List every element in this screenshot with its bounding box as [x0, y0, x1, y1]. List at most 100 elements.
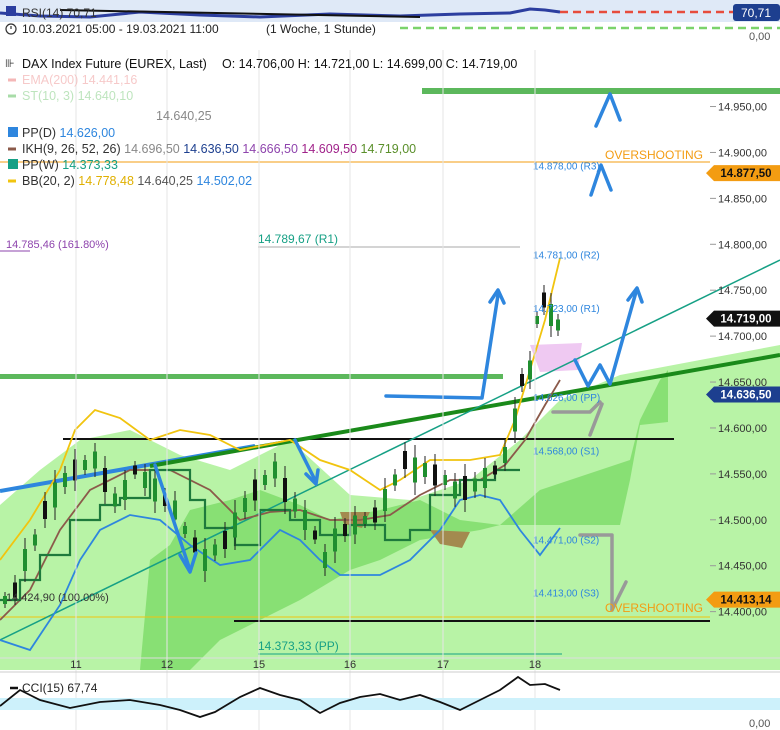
candle-body: [556, 319, 560, 331]
candle-body: [263, 475, 267, 485]
candle-body: [403, 451, 407, 469]
legend-entry-bb: BB(20, 2) 14.778,48 14.640,25 14.502,02: [22, 174, 252, 188]
legend-entry-ppd: PP(D) 14.626,00: [22, 126, 115, 140]
legend-value: 14.640,25: [156, 109, 212, 123]
candle-body: [283, 478, 287, 502]
price-badge-text: 14.636,50: [720, 389, 771, 401]
legend-entry-st: ST(10, 3) 14.640,10: [22, 89, 133, 103]
candle-body: [413, 457, 417, 483]
indicator-legend: EMA(200) 14.441,16 ST(10, 3) 14.640,10 1…: [8, 73, 416, 188]
legend-entry-ikh: IKH(9, 26, 52, 26) 14.696,50 14.636,50 1…: [22, 142, 416, 156]
legend-label: ST(10, 3): [22, 89, 78, 103]
candle-body: [93, 451, 97, 469]
candle-body: [393, 474, 397, 486]
candle-body: [323, 552, 327, 568]
date-range: 10.03.2021 05:00 - 19.03.2021 11:00: [22, 22, 219, 36]
candle-type-icon: ⊪: [5, 58, 15, 70]
rsi-badge-text: 70,71: [741, 6, 771, 20]
candle-body: [103, 468, 107, 492]
arrow-zigzag-2: [594, 92, 622, 128]
weekly-r1-label: 14.789,67 (R1): [258, 232, 338, 246]
pivot-label: 14.781,00 (R2): [533, 251, 600, 262]
chart-header: 10.03.2021 05:00 - 19.03.2021 11:00 (1 W…: [5, 22, 517, 71]
candle-body: [333, 528, 337, 552]
legend-entry-ppw: PP(W) 14.373,33: [22, 158, 118, 172]
y-tick-label: 14.700,00: [718, 331, 767, 343]
legend-value: 14.609,50: [301, 142, 360, 156]
y-tick-label: 14.950,00: [718, 102, 767, 114]
candle-body: [63, 473, 67, 487]
price-badge-text: 14.877,50: [720, 168, 771, 180]
candle-body: [133, 465, 137, 475]
pivot-label: 14.413,00 (S3): [533, 589, 599, 600]
candle-body: [483, 468, 487, 488]
x-tick-label: 16: [344, 659, 356, 671]
legend-value: 14.626,00: [60, 126, 116, 140]
ohlc-readout: O: 14.706,00 H: 14.721,00 L: 14.699,00 C…: [222, 57, 517, 71]
candle-body: [273, 461, 277, 479]
candle-body: [233, 512, 237, 538]
candle-body: [535, 316, 539, 324]
x-tick-label: 11: [70, 659, 81, 671]
candle-body: [33, 534, 37, 546]
candle-body: [383, 489, 387, 511]
cci-zero-band: [0, 698, 780, 710]
fib-100-label: 14.424,90 (100.00%): [6, 592, 109, 604]
candle-body: [43, 501, 47, 519]
legend-label: BB(20, 2): [22, 174, 78, 188]
candle-body: [293, 498, 297, 512]
candle-body: [223, 531, 227, 549]
overshooting-label-lower: OVERSHOOTING: [605, 601, 703, 615]
x-tick-label: 18: [529, 659, 541, 671]
candle-body: [443, 475, 447, 485]
pivot-label: 14.626,00 (PP): [533, 393, 600, 404]
candle-body: [153, 478, 157, 502]
y-tick-label: 14.750,00: [718, 285, 767, 297]
candle-body: [193, 537, 197, 553]
candle-body: [83, 460, 87, 470]
legend-value: 14.373,33: [62, 158, 118, 172]
rsi-label: RSI(14) 70,71: [22, 6, 97, 20]
pivot-label: 14.568,00 (S1): [533, 446, 599, 457]
candle-body: [113, 493, 117, 507]
x-tick-label: 12: [161, 659, 173, 671]
candle-body: [473, 478, 477, 492]
legend-swatch: [8, 127, 18, 137]
legend-value: 14.719,00: [361, 142, 417, 156]
y-tick-label: 14.600,00: [718, 423, 767, 435]
legend-swatch: [8, 159, 18, 169]
candle-body: [303, 510, 307, 530]
candle-body: [203, 549, 207, 571]
candle-body: [463, 476, 467, 500]
price-badge-text: 14.719,00: [720, 314, 771, 326]
interval-label: (1 Woche, 1 Stunde): [266, 22, 376, 36]
pivot-label: 14.471,00 (S2): [533, 535, 599, 546]
candle-body: [243, 498, 247, 512]
candle-body: [423, 463, 427, 477]
legend-value: 14.640,10: [78, 89, 134, 103]
legend-value: 14.696,50: [124, 142, 183, 156]
support-zone-bar: [0, 374, 503, 379]
price-badge-text: 14.413,14: [720, 595, 772, 607]
x-tick-label: 17: [437, 659, 449, 671]
y-tick-label: 14.400,00: [718, 607, 767, 619]
legend-label: PP(W): [22, 158, 62, 172]
pivot-label: 14.723,00 (R1): [533, 304, 600, 315]
dax-chart: RSI(14) 70,71 70,71 0,00 14.878,00 (R3)1…: [0, 0, 780, 730]
pivot-label: 14.878,00 (R3): [533, 162, 600, 173]
arrow-up-1: [384, 293, 500, 400]
candle-body: [363, 516, 367, 524]
legend-value: 14.502,02: [196, 174, 252, 188]
candle-body: [453, 481, 457, 499]
legend-value: 14.666,50: [242, 142, 301, 156]
y-tick-label: 14.800,00: [718, 239, 767, 251]
projection-box: [530, 343, 582, 372]
y-tick-label: 14.900,00: [718, 147, 767, 159]
cci-zero-label: 0,00: [749, 718, 770, 730]
candle-body: [53, 482, 57, 508]
instrument-title: DAX Index Future (EUREX, Last): [22, 57, 207, 71]
weekly-pp-label: 14.373,33 (PP): [258, 639, 339, 653]
candle-body: [313, 530, 317, 540]
candle-body: [123, 480, 127, 500]
candle-body: [343, 524, 347, 536]
